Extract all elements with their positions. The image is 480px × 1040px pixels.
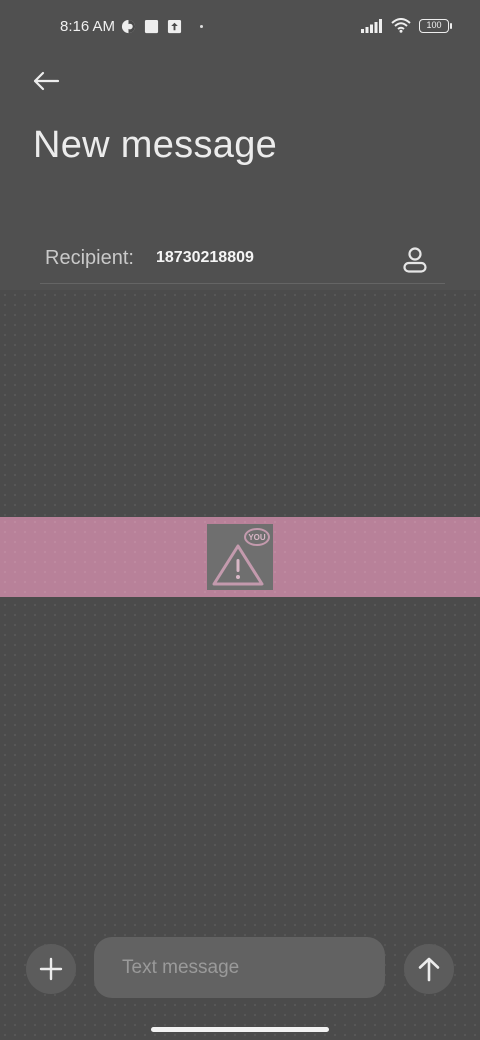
- recipient-field[interactable]: Recipient: 18730218809: [40, 236, 445, 284]
- home-indicator[interactable]: [151, 1027, 329, 1032]
- screen: 8:16 AM 100 New message Recipient: 18730…: [0, 0, 480, 1040]
- battery-icon: 100: [419, 18, 452, 33]
- overlay-banner: YOU: [0, 517, 480, 597]
- wifi-icon: [391, 18, 411, 33]
- status-bar: 8:16 AM 100: [0, 0, 480, 56]
- recipient-value[interactable]: 18730218809: [156, 249, 254, 267]
- upload-icon: [167, 19, 182, 34]
- recipient-label: Recipient:: [45, 247, 134, 269]
- signal-icon: [361, 18, 382, 33]
- status-notification-icons: [121, 19, 203, 34]
- warning-triangle-icon: [212, 544, 264, 586]
- warning-image: YOU: [207, 524, 273, 590]
- contact-picker-button[interactable]: [397, 242, 433, 278]
- plus-icon: [39, 957, 63, 981]
- status-system-icons: 100: [361, 18, 452, 33]
- back-button[interactable]: [30, 66, 62, 96]
- message-input[interactable]: [94, 937, 385, 998]
- arrow-up-icon: [418, 957, 440, 982]
- page-title: New message: [33, 124, 278, 166]
- add-attachment-button[interactable]: [26, 944, 76, 994]
- status-time: 8:16 AM: [60, 18, 116, 35]
- circle-half-icon: [121, 19, 136, 34]
- person-icon: [403, 247, 427, 273]
- back-arrow-icon: [33, 71, 60, 91]
- square-icon: [144, 19, 159, 34]
- send-button[interactable]: [404, 944, 454, 994]
- dot-icon: [200, 25, 203, 28]
